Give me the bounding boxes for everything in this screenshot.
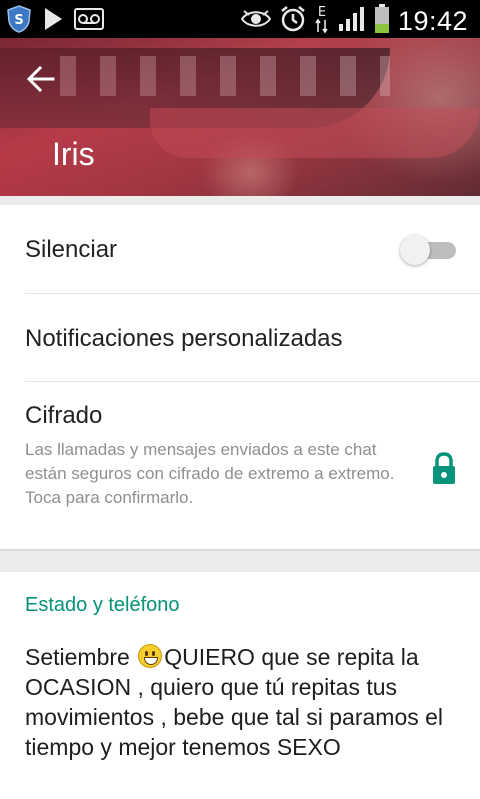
back-button[interactable] <box>18 60 64 102</box>
mute-toggle-thumb <box>400 235 430 265</box>
status-bar-left: S <box>6 5 104 38</box>
data-arrows-icon: E <box>314 4 330 39</box>
alarm-icon <box>280 5 306 38</box>
custom-notifications-row[interactable]: Notificaciones personalizadas <box>0 294 480 381</box>
custom-notifications-label: Notificaciones personalizadas <box>25 325 343 352</box>
mute-toggle[interactable] <box>400 235 456 265</box>
network-type-label: E <box>318 5 326 20</box>
battery-icon <box>374 4 390 39</box>
svg-text:S: S <box>14 13 23 28</box>
encryption-description: Las llamadas y mensajes enviados a este … <box>25 440 395 507</box>
signal-icon <box>338 6 366 37</box>
status-section-title: Estado y teléfono <box>25 594 180 616</box>
status-bar: S E 19:42 <box>0 0 480 38</box>
contact-header: Iris <box>0 38 480 196</box>
mute-label: Silenciar <box>25 236 118 263</box>
shield-icon: S <box>6 5 32 38</box>
lock-icon <box>431 452 457 486</box>
mute-row[interactable]: Silenciar <box>0 205 480 293</box>
grinning-face-emoji <box>138 644 163 668</box>
status-bar-time: 19:42 <box>397 6 468 36</box>
contact-name: Iris <box>52 136 95 172</box>
status-text[interactable]: Setiembre QUIERO que se repita la OCASIO… <box>25 642 465 762</box>
status-bar-right: E 19:42 <box>240 4 468 39</box>
encryption-label: Cifrado <box>25 402 103 429</box>
voicemail-icon <box>74 7 104 36</box>
settings-card: Silenciar Notificaciones personalizadas … <box>0 205 480 549</box>
status-text-start: Setiembre <box>25 644 137 670</box>
arrow-left-icon <box>26 65 55 97</box>
eye-icon <box>240 7 272 36</box>
status-card: Estado y teléfono Setiembre QUIERO que s… <box>0 572 480 799</box>
play-icon <box>42 6 64 37</box>
